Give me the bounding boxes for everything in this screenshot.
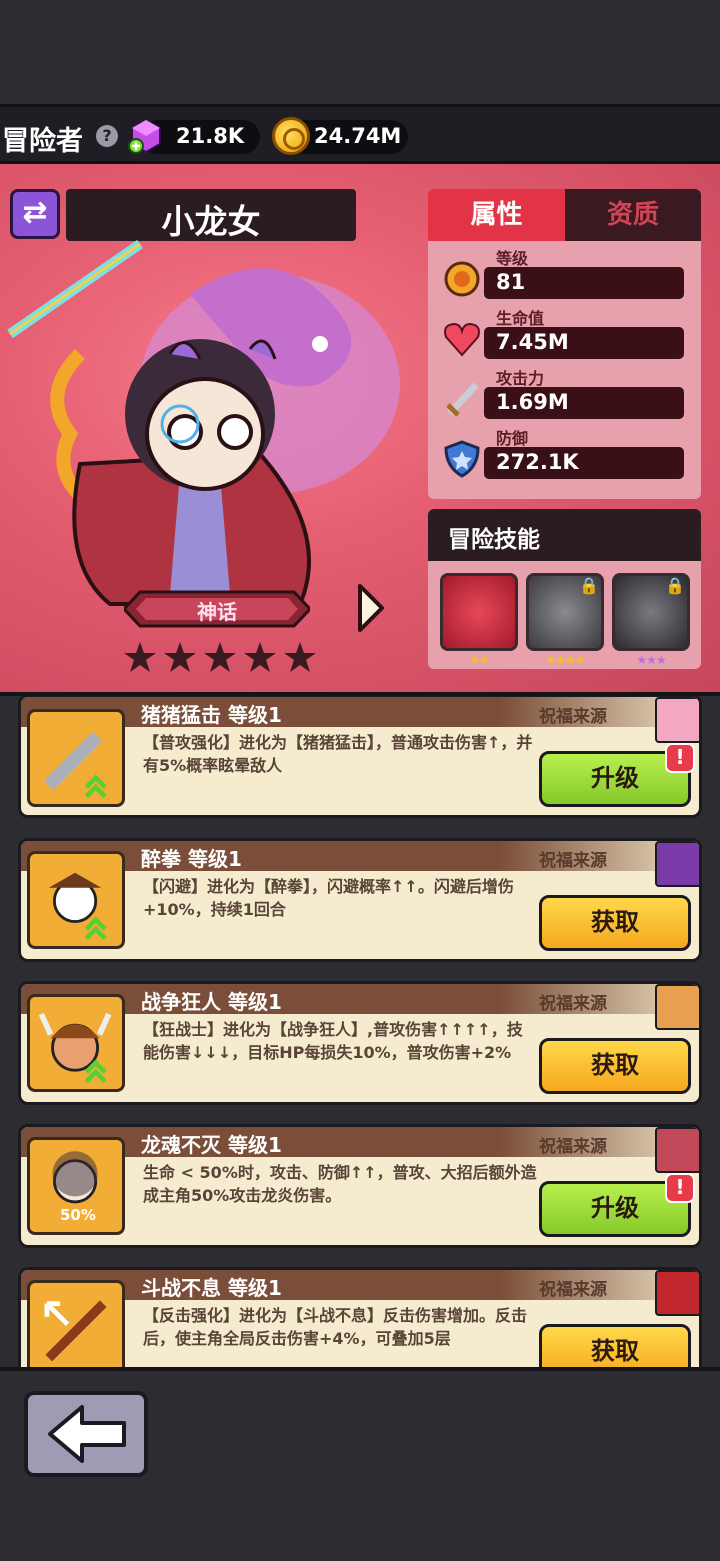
card-title: 斗战不息 等级1 [141, 1276, 282, 1300]
lock-icon: 🔒 [665, 576, 685, 595]
card-source: 祝福来源 [539, 994, 607, 1014]
card-title: 龙魂不灭 等级1 [141, 1133, 282, 1157]
star-icon [164, 642, 196, 672]
alert-badge: ! [665, 1173, 695, 1203]
card-title: 醉拳 等级1 [141, 847, 242, 871]
back-button[interactable] [24, 1391, 148, 1477]
stats-panel: 属性 资质 等级 81 生命值 7.45M 攻击力 1.69M 防御 272.1… [428, 189, 701, 499]
list-item: 战争狂人 等级1 祝福来源 【狂战士】进化为【战争狂人】,普攻伤害↑↑↑↑，技能… [18, 981, 702, 1105]
skills-title: 冒险技能 [448, 527, 540, 553]
card-description: 生命 < 50%时，攻击、防御↑↑，普攻、大招后额外造成主角50%攻击龙炎伤害。 [143, 1163, 537, 1205]
stat-label: 攻击力 [496, 369, 545, 388]
card-description: 【狂战士】进化为【战争狂人】,普攻伤害↑↑↑↑，技能伤害↓↓↓，目标HP每损失1… [143, 1020, 523, 1062]
blessing-list[interactable]: 猪猪猛击 等级1 祝福来源 【普攻强化】进化为【猪猪猛击】，普通攻击伤害↑，并有… [0, 692, 720, 1367]
stat-value: 7.45M [496, 330, 569, 354]
rarity-label-wrap: 神话 [124, 590, 310, 628]
top-bar: 冒险者 ? 21.8K 24.74M [0, 104, 720, 164]
hero-panel: ⇄ 小龙女 神话 属性 资质 等级 81 生命值 7.45M 攻击力 1.69M… [0, 164, 720, 692]
swap-hero-button[interactable]: ⇄ [10, 189, 60, 239]
icon-badge: 50% [60, 1206, 96, 1224]
bottom-bar [0, 1367, 720, 1561]
card-title: 猪猪猛击 等级1 [141, 703, 282, 727]
skills-panel: 冒险技能 🔒 🔒 ★★ ★★★★ ★★★ [428, 509, 701, 669]
heart-icon [444, 322, 480, 357]
source-avatar [655, 697, 699, 743]
back-arrow-icon [48, 1405, 126, 1463]
sword-skill-icon [27, 709, 125, 807]
star-icon [244, 642, 276, 672]
coin-icon[interactable] [272, 117, 310, 155]
tab-aptitude[interactable]: 资质 [565, 189, 701, 241]
hero-portrait [7, 239, 400, 606]
stat-level: 等级 81 [442, 245, 688, 303]
star-icon [124, 642, 156, 672]
source-avatar [655, 1270, 699, 1316]
card-description: 【闪避】进化为【醉拳】，闪避概率↑↑。闪避后增伤+10%，持续1回合 [143, 877, 514, 919]
card-source: 祝福来源 [539, 1280, 607, 1300]
stat-hp: 生命值 7.45M [442, 305, 688, 363]
stat-value: 81 [496, 270, 526, 294]
stat-label: 等级 [496, 249, 529, 268]
card-title: 战争狂人 等级1 [141, 990, 282, 1014]
stat-label: 防御 [496, 429, 529, 448]
help-icon[interactable]: ? [96, 125, 118, 147]
stat-defense: 防御 272.1K [442, 425, 688, 483]
stat-value: 1.69M [496, 390, 569, 414]
card-description: 【反击强化】进化为【斗战不息】反击伤害增加。反击后，使主角全局反击伤害+4%，可… [143, 1306, 528, 1348]
star-icon [284, 642, 316, 672]
rarity-label: 神话 [197, 600, 237, 624]
skills-header: 冒险技能 [428, 509, 701, 561]
viking-helmet-icon [27, 994, 125, 1092]
counter-attack-icon [27, 1280, 125, 1367]
skill-stars: ★★★★ [545, 653, 585, 667]
source-avatar [655, 1127, 699, 1173]
list-item: 醉拳 等级1 祝福来源 【闪避】进化为【醉拳】，闪避概率↑↑。闪避后增伤+10%… [18, 838, 702, 962]
stat-value: 272.1K [496, 450, 579, 474]
source-avatar [655, 841, 699, 887]
list-item: 猪猪猛击 等级1 祝福来源 【普攻强化】进化为【猪猪猛击】，普通攻击伤害↑，并有… [18, 696, 702, 818]
star-icon [204, 642, 236, 672]
dragon-soul-icon: 50% [27, 1137, 125, 1235]
dark-dragon-skill-icon[interactable]: 🔒 [612, 573, 690, 651]
lock-icon: 🔒 [579, 576, 599, 595]
page-title: 冒险者 [2, 126, 83, 157]
obtain-button[interactable]: 获取 [539, 895, 691, 951]
obtain-button[interactable]: 获取 [539, 1324, 691, 1367]
card-description: 【普攻强化】进化为【猪猪猛击】，普通攻击伤害↑，并有5%概率眩晕敌人 [143, 733, 533, 775]
gem-icon[interactable] [128, 118, 164, 154]
sword-icon [446, 382, 479, 417]
red-dragon-skill-icon[interactable] [440, 573, 518, 651]
gem-amount: 21.8K [176, 124, 245, 148]
next-hero-arrow-icon[interactable] [356, 582, 386, 634]
card-source: 祝福来源 [539, 1137, 607, 1157]
skill-stars: ★★★ [636, 653, 666, 667]
source-avatar [655, 984, 699, 1030]
tab-attributes[interactable]: 属性 [428, 189, 565, 241]
list-item: 斗战不息 等级1 祝福来源 【反击强化】进化为【斗战不息】反击伤害增加。反击后，… [18, 1267, 702, 1367]
card-source: 祝福来源 [539, 851, 607, 871]
coin-amount: 24.74M [314, 124, 402, 148]
card-source: 祝福来源 [539, 707, 607, 727]
gear-badge-icon [444, 261, 480, 297]
spikes-skill-icon[interactable]: 🔒 [526, 573, 604, 651]
alert-badge: ! [665, 743, 695, 773]
stat-label: 生命值 [496, 309, 545, 328]
stat-attack: 攻击力 1.69M [442, 365, 688, 423]
obtain-button[interactable]: 获取 [539, 1038, 691, 1094]
skill-stars: ★★ [469, 653, 490, 667]
shield-icon [444, 440, 480, 478]
hero-stars [124, 642, 316, 672]
list-item: 龙魂不灭 等级1 祝福来源 50% 生命 < 50%时，攻击、防御↑↑，普攻、大… [18, 1124, 702, 1248]
drunken-fist-icon [27, 851, 125, 949]
